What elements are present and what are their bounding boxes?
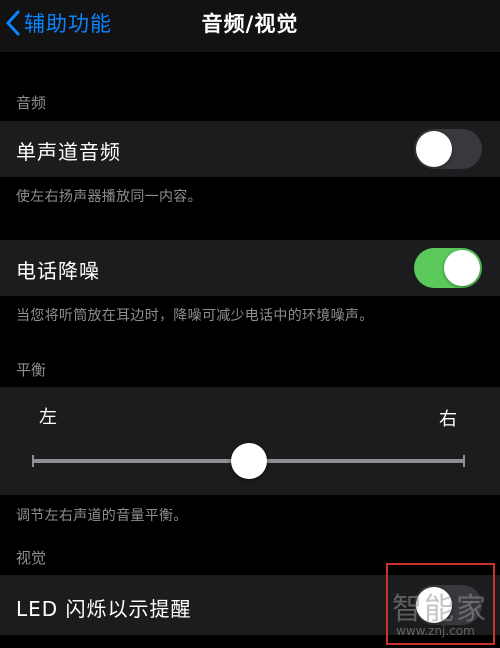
balance-right-tick <box>463 455 465 467</box>
mono-audio-row: 单声道音频 <box>0 121 500 177</box>
noise-cancel-row: 电话降噪 <box>0 240 500 296</box>
balance-right-label: 右 <box>439 409 457 430</box>
noise-cancel-toggle[interactable] <box>414 248 482 288</box>
mono-audio-footer: 使左右扬声器播放同一内容。 <box>16 189 202 205</box>
balance-footer: 调节左右声道的音量平衡。 <box>16 508 188 524</box>
watermark-url: www.znj.com <box>396 624 475 638</box>
toggle-knob <box>416 131 452 167</box>
toggle-knob <box>444 250 480 286</box>
balance-slider-thumb[interactable] <box>231 443 267 479</box>
section-header-audio: 音频 <box>16 94 47 112</box>
balance-left-tick <box>32 455 34 467</box>
led-flash-label: LED 闪烁以示提醒 <box>16 597 192 621</box>
watermark-logo: 智能家 <box>392 592 488 627</box>
navigation-bar: 辅助功能 音频/视觉 <box>0 0 500 52</box>
balance-left-label: 左 <box>39 407 57 428</box>
mono-audio-toggle[interactable] <box>414 129 482 169</box>
noise-cancel-label: 电话降噪 <box>16 259 100 283</box>
section-header-balance: 平衡 <box>16 361 47 379</box>
mono-audio-label: 单声道音频 <box>16 140 121 164</box>
balance-row: 左 右 <box>0 387 500 495</box>
section-header-visual: 视觉 <box>16 549 47 567</box>
page-title: 音频/视觉 <box>201 12 299 36</box>
noise-cancel-footer: 当您将听筒放在耳边时，降噪可减少电话中的环境噪声。 <box>16 308 374 324</box>
